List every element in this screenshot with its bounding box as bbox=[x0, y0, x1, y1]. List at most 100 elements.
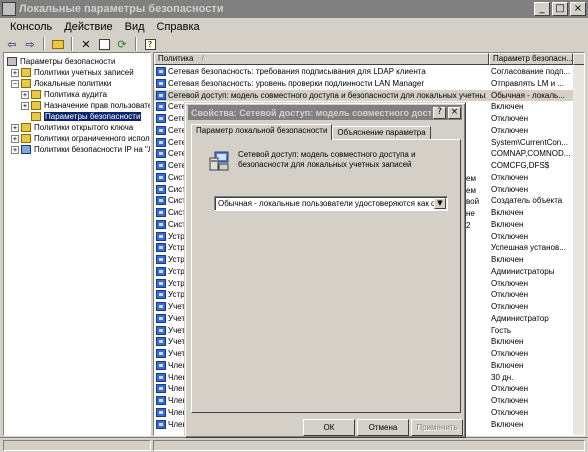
table-row[interactable]: Сетевой доступ: модель совместного досту… bbox=[154, 89, 584, 102]
menu-action[interactable]: Действие bbox=[58, 21, 118, 33]
folder-icon bbox=[21, 79, 31, 88]
tree-item-label: Политики учетных записей bbox=[34, 68, 134, 77]
policy-item-icon bbox=[156, 313, 166, 323]
dialog-title-bar[interactable]: Свойства: Сетевой доступ: модель совмест… bbox=[188, 105, 462, 120]
policy-item-icon bbox=[156, 396, 166, 405]
tree-item-security-options[interactable]: Параметры безопасности bbox=[31, 111, 142, 122]
table-row[interactable]: Сетевая безопасность: уровень проверки п… bbox=[154, 78, 584, 90]
column-header-param[interactable]: Параметр безопасн... bbox=[489, 53, 573, 65]
forward-icon[interactable]: ⇨ bbox=[22, 37, 38, 51]
policy-value: Отключен bbox=[491, 290, 529, 300]
help-icon[interactable]: ? bbox=[142, 37, 158, 51]
properties-icon[interactable] bbox=[96, 37, 112, 51]
tree-pane[interactable]: Параметры безопасности + Политики учетны… bbox=[3, 52, 151, 436]
policy-item-icon bbox=[156, 102, 166, 112]
tree-item-public-key[interactable]: + Политики открытого ключа bbox=[11, 122, 133, 133]
chevron-down-icon[interactable]: ▼ bbox=[434, 198, 446, 209]
tree-item-label: Политика аудита bbox=[44, 90, 107, 99]
dialog-help-button[interactable]: ? bbox=[433, 106, 446, 119]
policy-item-icon bbox=[156, 407, 166, 417]
apply-button[interactable]: Применить bbox=[411, 419, 463, 436]
dialog-title: Свойства: Сетевой доступ: модель совмест… bbox=[191, 107, 431, 118]
tree-item-security-settings-root[interactable]: Параметры безопасности bbox=[7, 56, 115, 67]
main-title-bar[interactable]: Локальные параметры безопасности _ □ × bbox=[0, 0, 588, 18]
policy-item-icon bbox=[156, 266, 166, 276]
policy-value: Отправлять LM и ... bbox=[491, 78, 564, 88]
policy-value: Включен bbox=[491, 208, 524, 217]
ip-security-icon bbox=[21, 145, 31, 154]
policy-value: Отключен bbox=[491, 172, 529, 182]
policy-value: Отключен bbox=[491, 384, 529, 394]
policy-value: Гость bbox=[491, 325, 512, 335]
security-settings-icon bbox=[7, 57, 17, 66]
policy-item-icon bbox=[156, 67, 166, 76]
toolbar-separator bbox=[135, 37, 137, 51]
policy-item-icon bbox=[156, 184, 166, 194]
column-header-spare bbox=[573, 53, 584, 65]
menu-bar: Консоль Действие Вид Справка bbox=[0, 18, 588, 36]
tree-item-software-restriction[interactable]: + Политики ограниченного использ bbox=[11, 133, 151, 144]
column-header-policy[interactable]: Политика / bbox=[154, 53, 489, 65]
tree-item-label: Локальные политики bbox=[34, 79, 112, 88]
tree-item-local-policies[interactable]: − Локальные политики bbox=[11, 78, 111, 89]
maximize-button[interactable]: □ bbox=[552, 2, 568, 16]
properties-dialog[interactable]: Свойства: Сетевой доступ: модель совмест… bbox=[184, 102, 466, 438]
app-icon bbox=[2, 2, 16, 16]
policy-value: Отключен bbox=[491, 302, 529, 311]
vertical-scrollbar[interactable] bbox=[573, 65, 584, 435]
policy-item-icon bbox=[156, 219, 166, 229]
policy-value-select[interactable]: Обычная - локальные пользователи удостов… bbox=[214, 196, 448, 211]
menu-view[interactable]: Вид bbox=[119, 21, 151, 33]
up-folder-icon[interactable] bbox=[50, 37, 66, 51]
table-row[interactable]: Сетевая безопасность: требования подписы… bbox=[154, 66, 584, 78]
policy-description: Сетевой доступ: модель совместного досту… bbox=[238, 150, 416, 169]
toolbar-separator bbox=[71, 37, 73, 51]
policy-item-icon bbox=[156, 302, 166, 311]
minimize-button[interactable]: _ bbox=[534, 2, 550, 16]
expand-icon[interactable]: + bbox=[21, 101, 29, 110]
dialog-close-button[interactable]: × bbox=[448, 106, 461, 119]
expand-icon[interactable]: + bbox=[11, 145, 19, 154]
refresh-icon[interactable]: ⟳ bbox=[114, 37, 130, 51]
expand-icon[interactable]: + bbox=[11, 134, 19, 143]
policy-item-icon bbox=[156, 384, 166, 394]
policy-item-icon bbox=[156, 161, 166, 170]
back-icon[interactable]: ⇦ bbox=[4, 37, 20, 51]
policy-value: Отключен bbox=[491, 125, 529, 135]
tree-item-account-policies[interactable]: + Политики учетных записей bbox=[11, 67, 134, 78]
tree-item-ip-security[interactable]: + Политики безопасности IP на "Лс bbox=[11, 144, 150, 155]
tree-item-audit-policy[interactable]: + Политика аудита bbox=[21, 89, 107, 100]
ok-button[interactable]: ОК bbox=[303, 419, 355, 436]
policy-value: Согласование подп... bbox=[491, 67, 571, 76]
policy-value: 30 дн. bbox=[491, 372, 514, 382]
tree-item-user-rights[interactable]: + Назначение прав пользовате bbox=[21, 100, 150, 111]
folder-icon bbox=[21, 123, 31, 132]
selected-option: Обычная - локальные пользователи удостов… bbox=[218, 199, 445, 208]
policy-item-icon bbox=[156, 278, 166, 288]
expand-icon[interactable]: + bbox=[11, 123, 19, 132]
cancel-button[interactable]: Отмена bbox=[357, 419, 409, 436]
policy-value: Отключен bbox=[491, 114, 529, 123]
close-button[interactable]: × bbox=[570, 2, 586, 16]
status-bar bbox=[0, 437, 588, 452]
expand-icon[interactable]: + bbox=[21, 90, 29, 99]
row-side-text-3: вой bbox=[466, 197, 480, 206]
tab-explain[interactable]: Объяснение параметра bbox=[332, 126, 431, 140]
collapse-icon[interactable]: − bbox=[11, 79, 19, 88]
delete-icon[interactable]: ✕ bbox=[78, 37, 94, 51]
folder-icon bbox=[31, 90, 41, 99]
policy-value: Отключен bbox=[491, 231, 529, 241]
policy-value: Успешная установ... bbox=[491, 243, 566, 253]
menu-console[interactable]: Консоль bbox=[4, 21, 58, 33]
tab-panel: Сетевой доступ: модель совместного досту… bbox=[191, 139, 461, 413]
policy-item-icon bbox=[156, 78, 166, 88]
menu-help[interactable]: Справка bbox=[151, 21, 206, 33]
tab-local-setting[interactable]: Параметр локальной безопасности bbox=[191, 124, 333, 140]
policy-value: Включен bbox=[491, 337, 524, 347]
expand-icon[interactable]: + bbox=[11, 68, 19, 77]
row-side-text-2: ем bbox=[466, 186, 476, 195]
policy-item-icon bbox=[156, 196, 166, 206]
tree-item-label: Политики ограниченного использ bbox=[34, 134, 151, 143]
policy-item-icon bbox=[156, 243, 166, 253]
policy-item-icon bbox=[156, 349, 166, 358]
